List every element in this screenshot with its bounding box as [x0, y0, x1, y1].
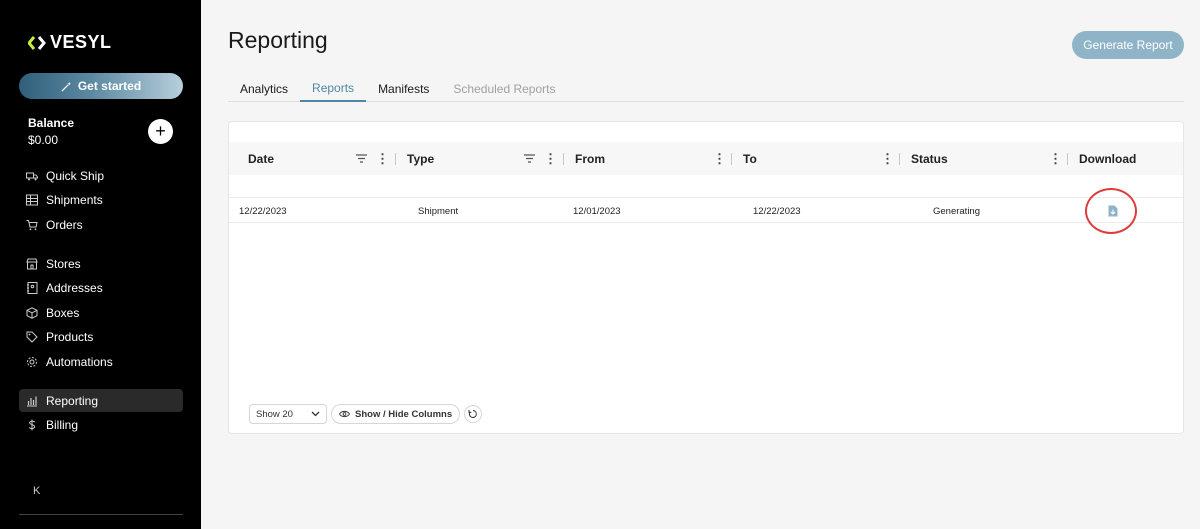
- cell-from: 12/01/2023: [573, 206, 621, 217]
- sidebar-item-billing[interactable]: Billing: [19, 414, 183, 437]
- sidebar-item-boxes[interactable]: Boxes: [19, 301, 183, 324]
- sidebar-item-label: Billing: [46, 418, 79, 433]
- show-hide-columns-button[interactable]: Show / Hide Columns: [331, 404, 461, 424]
- box-icon: [26, 306, 38, 319]
- bar-chart-icon: [26, 395, 38, 407]
- date-column-controls: ⋮: [356, 142, 389, 175]
- sidebar-item-reporting[interactable]: Reporting: [19, 389, 183, 412]
- row-divider: [229, 222, 1183, 223]
- highlight-circle-annotation: [1085, 188, 1137, 234]
- nav-group-catalog: Stores Addresses Boxes Products Automati…: [19, 252, 183, 375]
- column-separator[interactable]: [1067, 153, 1068, 165]
- grid-icon: [26, 194, 38, 206]
- sidebar-item-label: Quick Ship: [46, 168, 105, 183]
- filter-icon[interactable]: [524, 154, 535, 163]
- sidebar-divider: [19, 514, 183, 515]
- sidebar-item-shipments[interactable]: Shipments: [19, 189, 183, 212]
- column-separator[interactable]: [395, 153, 396, 165]
- rows-per-page-value: Show 20: [256, 408, 293, 420]
- truck-icon: [26, 170, 38, 182]
- sidebar-item-label: Reporting: [46, 393, 99, 408]
- sidebar-item-stores[interactable]: Stores: [19, 252, 183, 275]
- column-separator[interactable]: [899, 153, 900, 165]
- balance-block: Balance $0.00: [28, 116, 74, 147]
- show-hide-columns-label: Show / Hide Columns: [355, 408, 453, 420]
- nav-group-account: Reporting Billing: [19, 389, 183, 438]
- get-started-label: Get started: [77, 79, 142, 93]
- column-header-download[interactable]: Download: [1079, 142, 1136, 175]
- dollar-icon: [26, 419, 38, 431]
- eye-icon: [339, 410, 350, 418]
- status-column-controls: ⋮: [1049, 142, 1062, 175]
- tab-reports[interactable]: Reports: [300, 76, 367, 102]
- tab-manifests[interactable]: Manifests: [366, 76, 441, 102]
- sidebar-item-addresses[interactable]: Addresses: [19, 277, 183, 300]
- column-menu-icon[interactable]: ⋮: [376, 152, 389, 165]
- sidebar-item-products[interactable]: Products: [19, 326, 183, 349]
- cart-icon: [26, 219, 38, 231]
- sidebar-item-label: Addresses: [46, 281, 103, 296]
- sidebar-item-label: Boxes: [46, 305, 80, 320]
- sidebar-item-label: Products: [46, 330, 94, 345]
- to-column-controls: ⋮: [881, 142, 894, 175]
- sidebar: VESYL Get started Balance $0.00 + Quick …: [0, 0, 201, 529]
- filter-icon[interactable]: [356, 154, 367, 163]
- sidebar-item-label: Orders: [46, 217, 83, 232]
- column-menu-icon[interactable]: ⋮: [881, 152, 894, 165]
- sidebar-item-quick-ship[interactable]: Quick Ship: [19, 164, 183, 187]
- column-menu-icon[interactable]: ⋮: [1049, 152, 1062, 165]
- magic-wand-icon: [61, 81, 71, 92]
- generate-report-button[interactable]: Generate Report: [1072, 31, 1184, 59]
- column-separator[interactable]: [731, 153, 732, 165]
- add-balance-button[interactable]: +: [148, 119, 173, 144]
- column-separator[interactable]: [563, 153, 564, 165]
- sidebar-item-automations[interactable]: Automations: [19, 350, 183, 373]
- store-icon: [26, 258, 38, 270]
- page-title: Reporting: [228, 27, 328, 53]
- address-book-icon: [26, 282, 38, 295]
- rows-per-page-select[interactable]: Show 20: [249, 404, 327, 424]
- sidebar-item-label: Stores: [46, 256, 81, 271]
- column-header-from[interactable]: From: [575, 142, 605, 175]
- tab-analytics[interactable]: Analytics: [228, 76, 300, 102]
- column-header-type[interactable]: Type: [407, 142, 434, 175]
- column-header-date[interactable]: Date: [248, 142, 274, 175]
- column-header-status[interactable]: Status: [911, 142, 948, 175]
- refresh-button[interactable]: [464, 405, 483, 423]
- reports-table-card: Date ⋮ Type ⋮ From ⋮ To ⋮ Status ⋮ Downl…: [228, 121, 1184, 434]
- tab-scheduled-reports: Scheduled Reports: [453, 82, 556, 96]
- gear-icon: [26, 356, 38, 368]
- vesyl-logo[interactable]: VESYL: [28, 32, 112, 53]
- balance-value: $0.00: [28, 133, 59, 147]
- sidebar-item-label: Automations: [46, 354, 113, 369]
- tag-icon: [26, 331, 38, 343]
- sidebar-item-label: Shipments: [46, 193, 103, 208]
- collapse-sidebar-button[interactable]: K: [33, 485, 40, 497]
- balance-label: Balance: [28, 116, 75, 130]
- cell-to: 12/22/2023: [753, 206, 801, 217]
- from-column-controls: ⋮: [713, 142, 726, 175]
- column-menu-icon[interactable]: ⋮: [544, 152, 557, 165]
- table-footer: Show 20 Show / Hide Columns: [249, 404, 483, 424]
- row-divider: [229, 197, 1183, 198]
- cell-date: 12/22/2023: [239, 206, 287, 217]
- cell-type: Shipment: [418, 206, 459, 217]
- report-tabs: Analytics Reports Manifests Scheduled Re…: [228, 76, 1184, 102]
- logo-chevrons-icon: [28, 35, 46, 50]
- table-header: Date ⋮ Type ⋮ From ⋮ To ⋮ Status ⋮ Downl…: [229, 142, 1183, 175]
- column-header-to[interactable]: To: [743, 142, 757, 175]
- get-started-button[interactable]: Get started: [19, 73, 183, 99]
- type-column-controls: ⋮: [524, 142, 557, 175]
- cell-status: Generating: [933, 206, 981, 217]
- column-menu-icon[interactable]: ⋮: [713, 152, 726, 165]
- logo-text: VESYL: [50, 32, 112, 52]
- sidebar-item-orders[interactable]: Orders: [19, 213, 183, 236]
- nav-group-shipping: Quick Ship Shipments Orders: [19, 164, 183, 238]
- refresh-icon: [468, 410, 477, 418]
- chevron-down-icon: [311, 411, 320, 417]
